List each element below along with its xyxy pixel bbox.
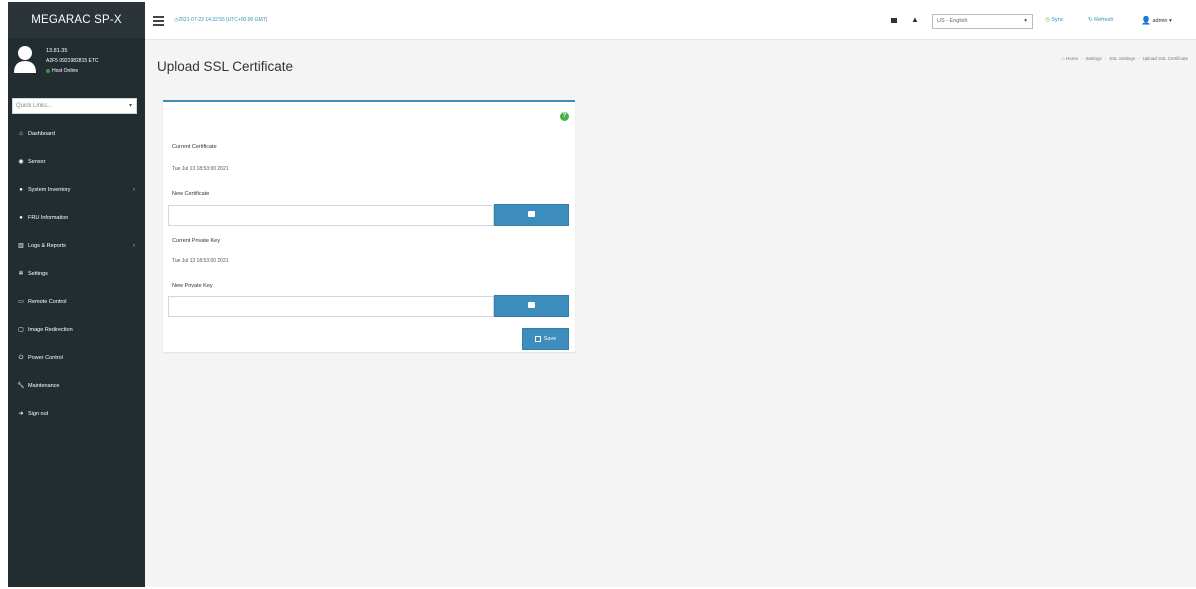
- chevron-down-icon: ▾: [1169, 17, 1172, 24]
- breadcrumb-item[interactable]: SSL Settings: [1109, 56, 1135, 61]
- browse-certificate-button[interactable]: [494, 204, 569, 226]
- chevron-down-icon: ▾: [128, 103, 132, 109]
- language-select[interactable]: US - English ▾: [932, 14, 1033, 29]
- new-private-key-input[interactable]: [168, 296, 494, 317]
- save-button[interactable]: Save: [522, 328, 569, 350]
- folder-icon: [528, 302, 535, 308]
- notification-icon[interactable]: ▲: [911, 15, 919, 24]
- refresh-label: Refresh: [1094, 17, 1114, 23]
- sidebar-item-label: Image Redirection: [28, 327, 73, 333]
- new-private-key-label: New Private Key: [172, 283, 213, 289]
- breadcrumb-separator: ›: [1104, 56, 1107, 61]
- language-value: US - English: [937, 18, 968, 24]
- admin-label: admin: [1152, 17, 1168, 24]
- logs-icon: ▥: [18, 243, 24, 249]
- hamburger-menu-icon[interactable]: [153, 16, 164, 26]
- user-avatar-icon: [14, 46, 36, 73]
- chevron-down-icon: ▾: [1024, 18, 1027, 24]
- sidebar-item-label: Sign out: [28, 411, 49, 417]
- mail-icon[interactable]: [891, 18, 897, 23]
- sensor-icon: ◉: [18, 159, 24, 165]
- breadcrumb-separator: ›: [1138, 56, 1140, 61]
- current-private-key-label: Current Private Key: [172, 238, 220, 244]
- sidebar-item-label: Settings: [28, 271, 48, 277]
- upload-ssl-panel: ? Current Certificate Tue Jul 13 18:53:0…: [163, 100, 575, 352]
- host-status-label: Host Online: [52, 68, 79, 74]
- current-certificate-label: Current Certificate: [172, 144, 217, 150]
- wrench-icon: 🔧: [17, 383, 25, 389]
- page-title: Upload SSL Certificate: [157, 59, 294, 74]
- sidebar-item-system-inventory[interactable]: ● System Inventory ›: [8, 176, 145, 204]
- settings-icon: ✲: [18, 271, 24, 277]
- sidebar-item-label: Maintenance: [28, 383, 60, 389]
- chevron-right-icon: ›: [133, 243, 135, 249]
- user-name: 13.81.35: [46, 48, 68, 54]
- breadcrumb-item[interactable]: Home: [1066, 56, 1078, 61]
- quick-links-select[interactable]: Quick Links... ▾: [12, 98, 137, 114]
- sidebar-item-label: Logs & Reports: [28, 243, 66, 249]
- user-menu[interactable]: 👤 admin ▾: [1141, 16, 1172, 25]
- host-status: Host Online: [46, 68, 78, 74]
- sidebar-item-dashboard[interactable]: ⌂ Dashboard: [8, 120, 145, 148]
- inventory-icon: ●: [19, 187, 23, 193]
- sidebar-item-logs-reports[interactable]: ▥ Logs & Reports ›: [8, 232, 145, 260]
- sidebar-item-settings[interactable]: ✲ Settings: [8, 260, 145, 288]
- new-certificate-input[interactable]: [168, 205, 494, 226]
- new-certificate-label: New Certificate: [172, 191, 210, 197]
- folder-icon: [528, 211, 535, 217]
- breadcrumb-item[interactable]: Settings: [1086, 56, 1102, 61]
- browse-private-key-button[interactable]: [494, 295, 569, 317]
- save-label: Save: [543, 336, 557, 342]
- breadcrumb-item: Upload SSL Certificate: [1142, 56, 1188, 61]
- sidebar-item-label: Power Control: [28, 355, 63, 361]
- sidebar-item-fru-information[interactable]: ● FRU Information: [8, 204, 145, 232]
- refresh-link[interactable]: ↻ Refresh: [1088, 17, 1113, 23]
- quick-links-placeholder: Quick Links...: [16, 103, 53, 109]
- user-panel: 13.81.35 A2F5 0921982815 ETC Host Online: [8, 38, 145, 88]
- sidebar-item-sensor[interactable]: ◉ Sensor: [8, 148, 145, 176]
- sidebar-item-power-control[interactable]: ⏻ Power Control: [8, 344, 145, 372]
- sidebar-item-sign-out[interactable]: ➜ Sign out: [8, 400, 145, 428]
- remote-control-icon: ▭: [18, 299, 24, 305]
- breadcrumb: ⌂ Home › Settings › SSL Settings › Upload SSL …: [1062, 56, 1188, 61]
- sync-link[interactable]: ◷ Sync: [1045, 17, 1064, 23]
- sidebar-item-image-redirection[interactable]: ▢ Image Redirection: [8, 316, 145, 344]
- signout-icon: ➜: [18, 411, 24, 417]
- current-private-key-value: Tue Jul 13 18:53:00 2021: [172, 258, 229, 264]
- sidebar: MEGARAC SP-X 13.81.35 A2F5 0921982815 ET…: [8, 2, 145, 587]
- status-dot-icon: [46, 68, 50, 73]
- chevron-right-icon: ›: [133, 187, 135, 193]
- sidebar-item-label: FRU Information: [28, 215, 69, 221]
- sidebar-item-label: System Inventory: [28, 187, 71, 193]
- user-subtitle: A2F5 0921982815 ETC: [46, 58, 99, 64]
- sidebar-item-label: Remote Control: [28, 299, 67, 305]
- bmc-datetime: ◷2021-07-22 14:32:55 [UTC+00:00 GMT]: [174, 17, 267, 23]
- sidebar-item-maintenance[interactable]: 🔧 Maintenance: [8, 372, 145, 400]
- app-frame: MEGARAC SP-X 13.81.35 A2F5 0921982815 ET…: [8, 2, 1196, 587]
- datetime-text: 2021-07-22 14:32:55 [UTC+00:00 GMT]: [178, 17, 268, 23]
- power-icon: ⏻: [18, 355, 24, 361]
- top-navbar: ◷2021-07-22 14:32:55 [UTC+00:00 GMT] ▲ U…: [145, 2, 1196, 40]
- sidebar-item-label: Sensor: [28, 159, 46, 165]
- sidebar-menu: ⌂ Dashboard ◉ Sensor ● System Inventory › ● FRU …: [8, 120, 145, 428]
- breadcrumb-separator: ›: [1081, 56, 1083, 61]
- sidebar-item-label: Dashboard: [28, 131, 55, 137]
- fru-icon: ●: [19, 215, 23, 221]
- sync-label: Sync: [1051, 17, 1064, 23]
- image-redirection-icon: ▢: [18, 327, 24, 333]
- dashboard-icon: ⌂: [19, 131, 23, 137]
- help-icon[interactable]: ?: [560, 112, 569, 121]
- current-certificate-value: Tue Jul 13 18:53:00 2021: [172, 166, 229, 172]
- brand-logo[interactable]: MEGARAC SP-X: [8, 2, 145, 38]
- save-icon: [534, 335, 541, 342]
- sidebar-item-remote-control[interactable]: ▭ Remote Control: [8, 288, 145, 316]
- user-icon: 👤: [1141, 16, 1151, 25]
